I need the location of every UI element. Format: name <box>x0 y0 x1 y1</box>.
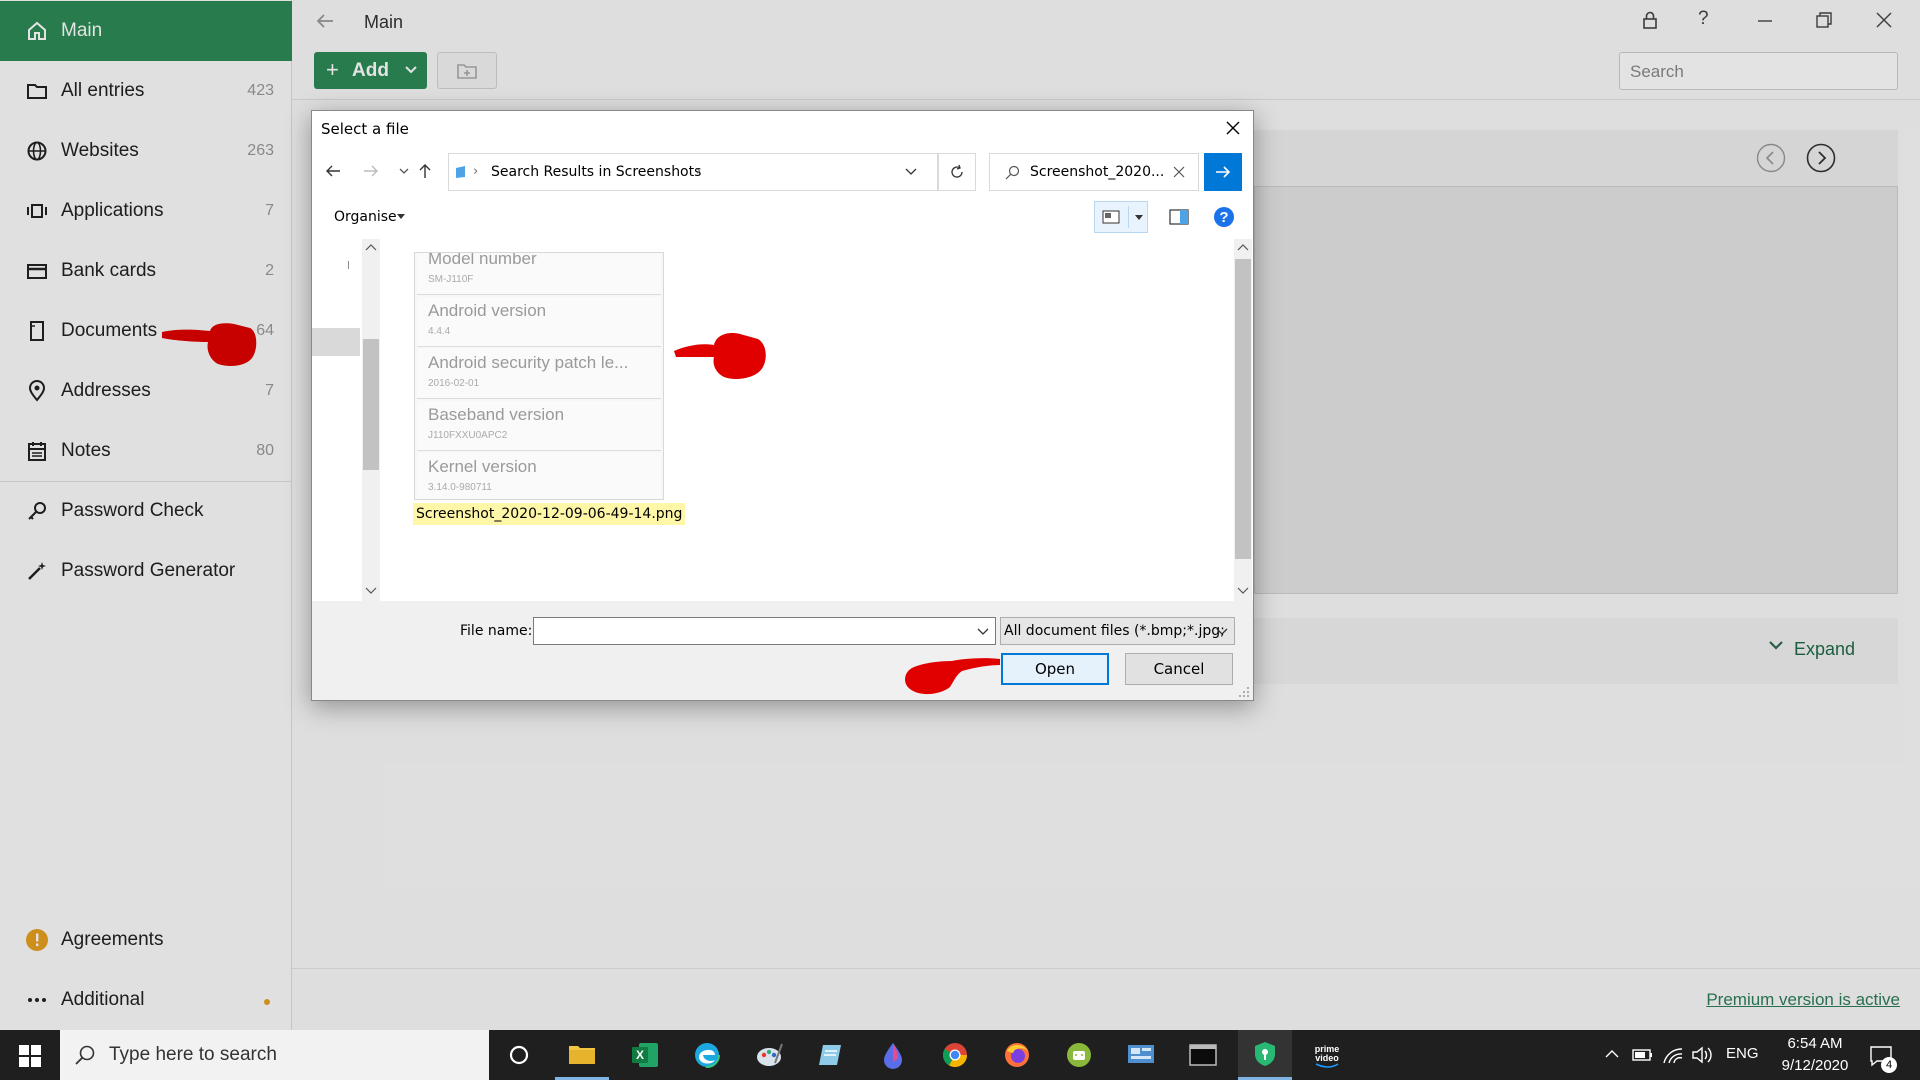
volume-icon[interactable] <box>1691 1045 1715 1065</box>
dialog-title: Select a file <box>321 120 409 138</box>
chevron-down-icon[interactable] <box>905 168 917 176</box>
dialog-search-value: Screenshot_2020... <box>1030 164 1165 180</box>
windows-taskbar: Type here to search X prime video ENG 6:5… <box>0 1030 1920 1080</box>
notification-count-badge: 4 <box>1881 1057 1897 1073</box>
file-name-input[interactable] <box>533 617 996 645</box>
control-panel-icon[interactable] <box>1114 1030 1168 1080</box>
view-toggle[interactable] <box>1094 201 1148 233</box>
windows-start-icon[interactable] <box>19 1045 41 1067</box>
view-dropdown-icon[interactable] <box>1135 215 1143 220</box>
svg-text:video: video <box>1315 1053 1339 1063</box>
scroll-down-icon[interactable] <box>365 587 377 595</box>
nav-pane-scroll-thumb[interactable] <box>363 339 379 470</box>
scroll-up-icon[interactable] <box>1237 243 1249 251</box>
view-icon <box>1102 210 1120 224</box>
taskbar-search-box[interactable]: Type here to search <box>60 1030 489 1080</box>
thumbnail-row-title: Model number <box>428 252 537 268</box>
file-list-scroll-thumb[interactable] <box>1235 259 1251 559</box>
thumbnail-row: Android security patch le... 2016-02-01 <box>417 349 661 399</box>
chevron-right-icon: › <box>696 164 702 179</box>
clock-time[interactable]: 6:54 AM <box>1780 1035 1850 1052</box>
thumbnail-row: Android version 4.4.4 <box>417 297 661 347</box>
chevron-down-icon <box>1216 628 1228 636</box>
terminal-icon[interactable] <box>1176 1030 1230 1080</box>
notepad-icon[interactable] <box>804 1030 858 1080</box>
resize-grip-icon[interactable] <box>1238 686 1250 698</box>
thumbnail-row-title: Android version <box>428 301 547 320</box>
search-results-icon <box>454 165 468 179</box>
thumbnail-row: Kernel version 3.14.0-980711 <box>417 453 661 499</box>
view-divider <box>1128 206 1129 228</box>
paint-icon[interactable] <box>742 1030 796 1080</box>
chevron-down-icon[interactable] <box>977 628 989 636</box>
arrow-right-icon <box>1214 164 1232 180</box>
edge-icon[interactable] <box>680 1030 734 1080</box>
file-thumbnail[interactable]: Model number SM-J110F Android version 4.… <box>414 252 664 500</box>
help-icon[interactable]: ? <box>1213 206 1235 228</box>
thumbnail-row-title: Android security patch le... <box>428 353 629 372</box>
cortana-icon[interactable] <box>492 1030 546 1080</box>
clear-search-icon[interactable] <box>1172 165 1186 179</box>
clock-date[interactable]: 9/12/2020 <box>1772 1057 1858 1074</box>
thumbnail-row-subtitle: J110FXXU0APC2 <box>428 430 508 441</box>
thumbnail-row: Baseband version J110FXXU0APC2 <box>417 401 661 451</box>
preview-pane-icon[interactable] <box>1169 208 1189 226</box>
language-indicator[interactable]: ENG <box>1726 1045 1759 1062</box>
up-arrow-icon[interactable] <box>417 162 433 180</box>
file-type-value: All document files (*.bmp;*.jpg; <box>1004 623 1225 639</box>
taskbar-search-placeholder: Type here to search <box>109 1044 277 1065</box>
organise-dropdown-icon <box>397 214 405 219</box>
dialog-close-icon[interactable] <box>1224 119 1242 137</box>
nav-pane-selected-item[interactable] <box>312 328 360 356</box>
android-icon[interactable] <box>1052 1030 1106 1080</box>
back-icon[interactable] <box>324 163 342 179</box>
file-list-scrollbar[interactable] <box>1234 239 1252 601</box>
battery-icon[interactable] <box>1632 1047 1654 1063</box>
search-go-button[interactable] <box>1204 153 1242 191</box>
dialog-search-box[interactable]: Screenshot_2020... <box>989 153 1199 191</box>
organise-menu[interactable]: Organise <box>334 209 397 225</box>
thumbnail-row-subtitle: SM-J110F <box>428 274 474 285</box>
chevron-right-icon: › <box>473 164 479 179</box>
thumbnail-row-subtitle: 2016-02-01 <box>428 378 480 389</box>
thumbnail-row-title: Baseband version <box>428 405 565 424</box>
wifi-icon[interactable] <box>1662 1045 1684 1065</box>
scroll-up-icon[interactable] <box>365 243 377 251</box>
excel-icon[interactable]: X <box>618 1030 672 1080</box>
svg-text:X: X <box>636 1048 644 1062</box>
annotation-pointer-hand <box>905 658 1000 695</box>
thumbnail-row: Model number SM-J110F <box>417 252 661 295</box>
recent-locations-icon[interactable] <box>398 167 410 175</box>
svg-text:?: ? <box>1219 209 1228 226</box>
chrome-icon[interactable] <box>928 1030 982 1080</box>
dialog-footer <box>312 601 1253 700</box>
navigation-pane <box>312 239 364 601</box>
annotation-pointer-hand <box>674 333 766 379</box>
file-name-label[interactable]: Screenshot_2020-12-09-06-49-14.png <box>413 503 686 525</box>
file-open-dialog: Select a file › Search Results in Screen… <box>311 110 1254 701</box>
thumbnail-row-title: Kernel version <box>428 457 537 476</box>
cancel-button[interactable]: Cancel <box>1125 653 1233 685</box>
search-icon <box>74 1044 96 1066</box>
open-button[interactable]: Open <box>1001 653 1109 685</box>
file-name-field-label: File name: <box>460 623 533 639</box>
prime-video-icon[interactable]: prime video <box>1300 1030 1354 1080</box>
forward-icon[interactable] <box>362 163 380 179</box>
search-icon <box>1004 165 1020 181</box>
thumbnail-row-subtitle: 3.14.0-980711 <box>428 482 492 493</box>
kaspersky-icon[interactable] <box>1238 1030 1292 1080</box>
file-explorer-icon[interactable] <box>555 1030 609 1080</box>
refresh-icon <box>949 164 965 180</box>
address-bar[interactable]: › Search Results in Screenshots › <box>448 153 938 191</box>
nav-pane-item-marker <box>348 261 349 269</box>
firefox-icon[interactable] <box>990 1030 1044 1080</box>
file-type-select[interactable]: All document files (*.bmp;*.jpg; <box>1000 617 1235 645</box>
show-hidden-icons-icon[interactable] <box>1604 1048 1620 1058</box>
refresh-button[interactable] <box>938 153 976 191</box>
thumbnail-row-subtitle: 4.4.4 <box>428 326 451 337</box>
breadcrumb: Search Results in Screenshots <box>491 164 702 180</box>
scroll-down-icon[interactable] <box>1237 587 1249 595</box>
drop-icon[interactable] <box>866 1030 920 1080</box>
nav-pane-scrollbar[interactable] <box>362 239 380 601</box>
